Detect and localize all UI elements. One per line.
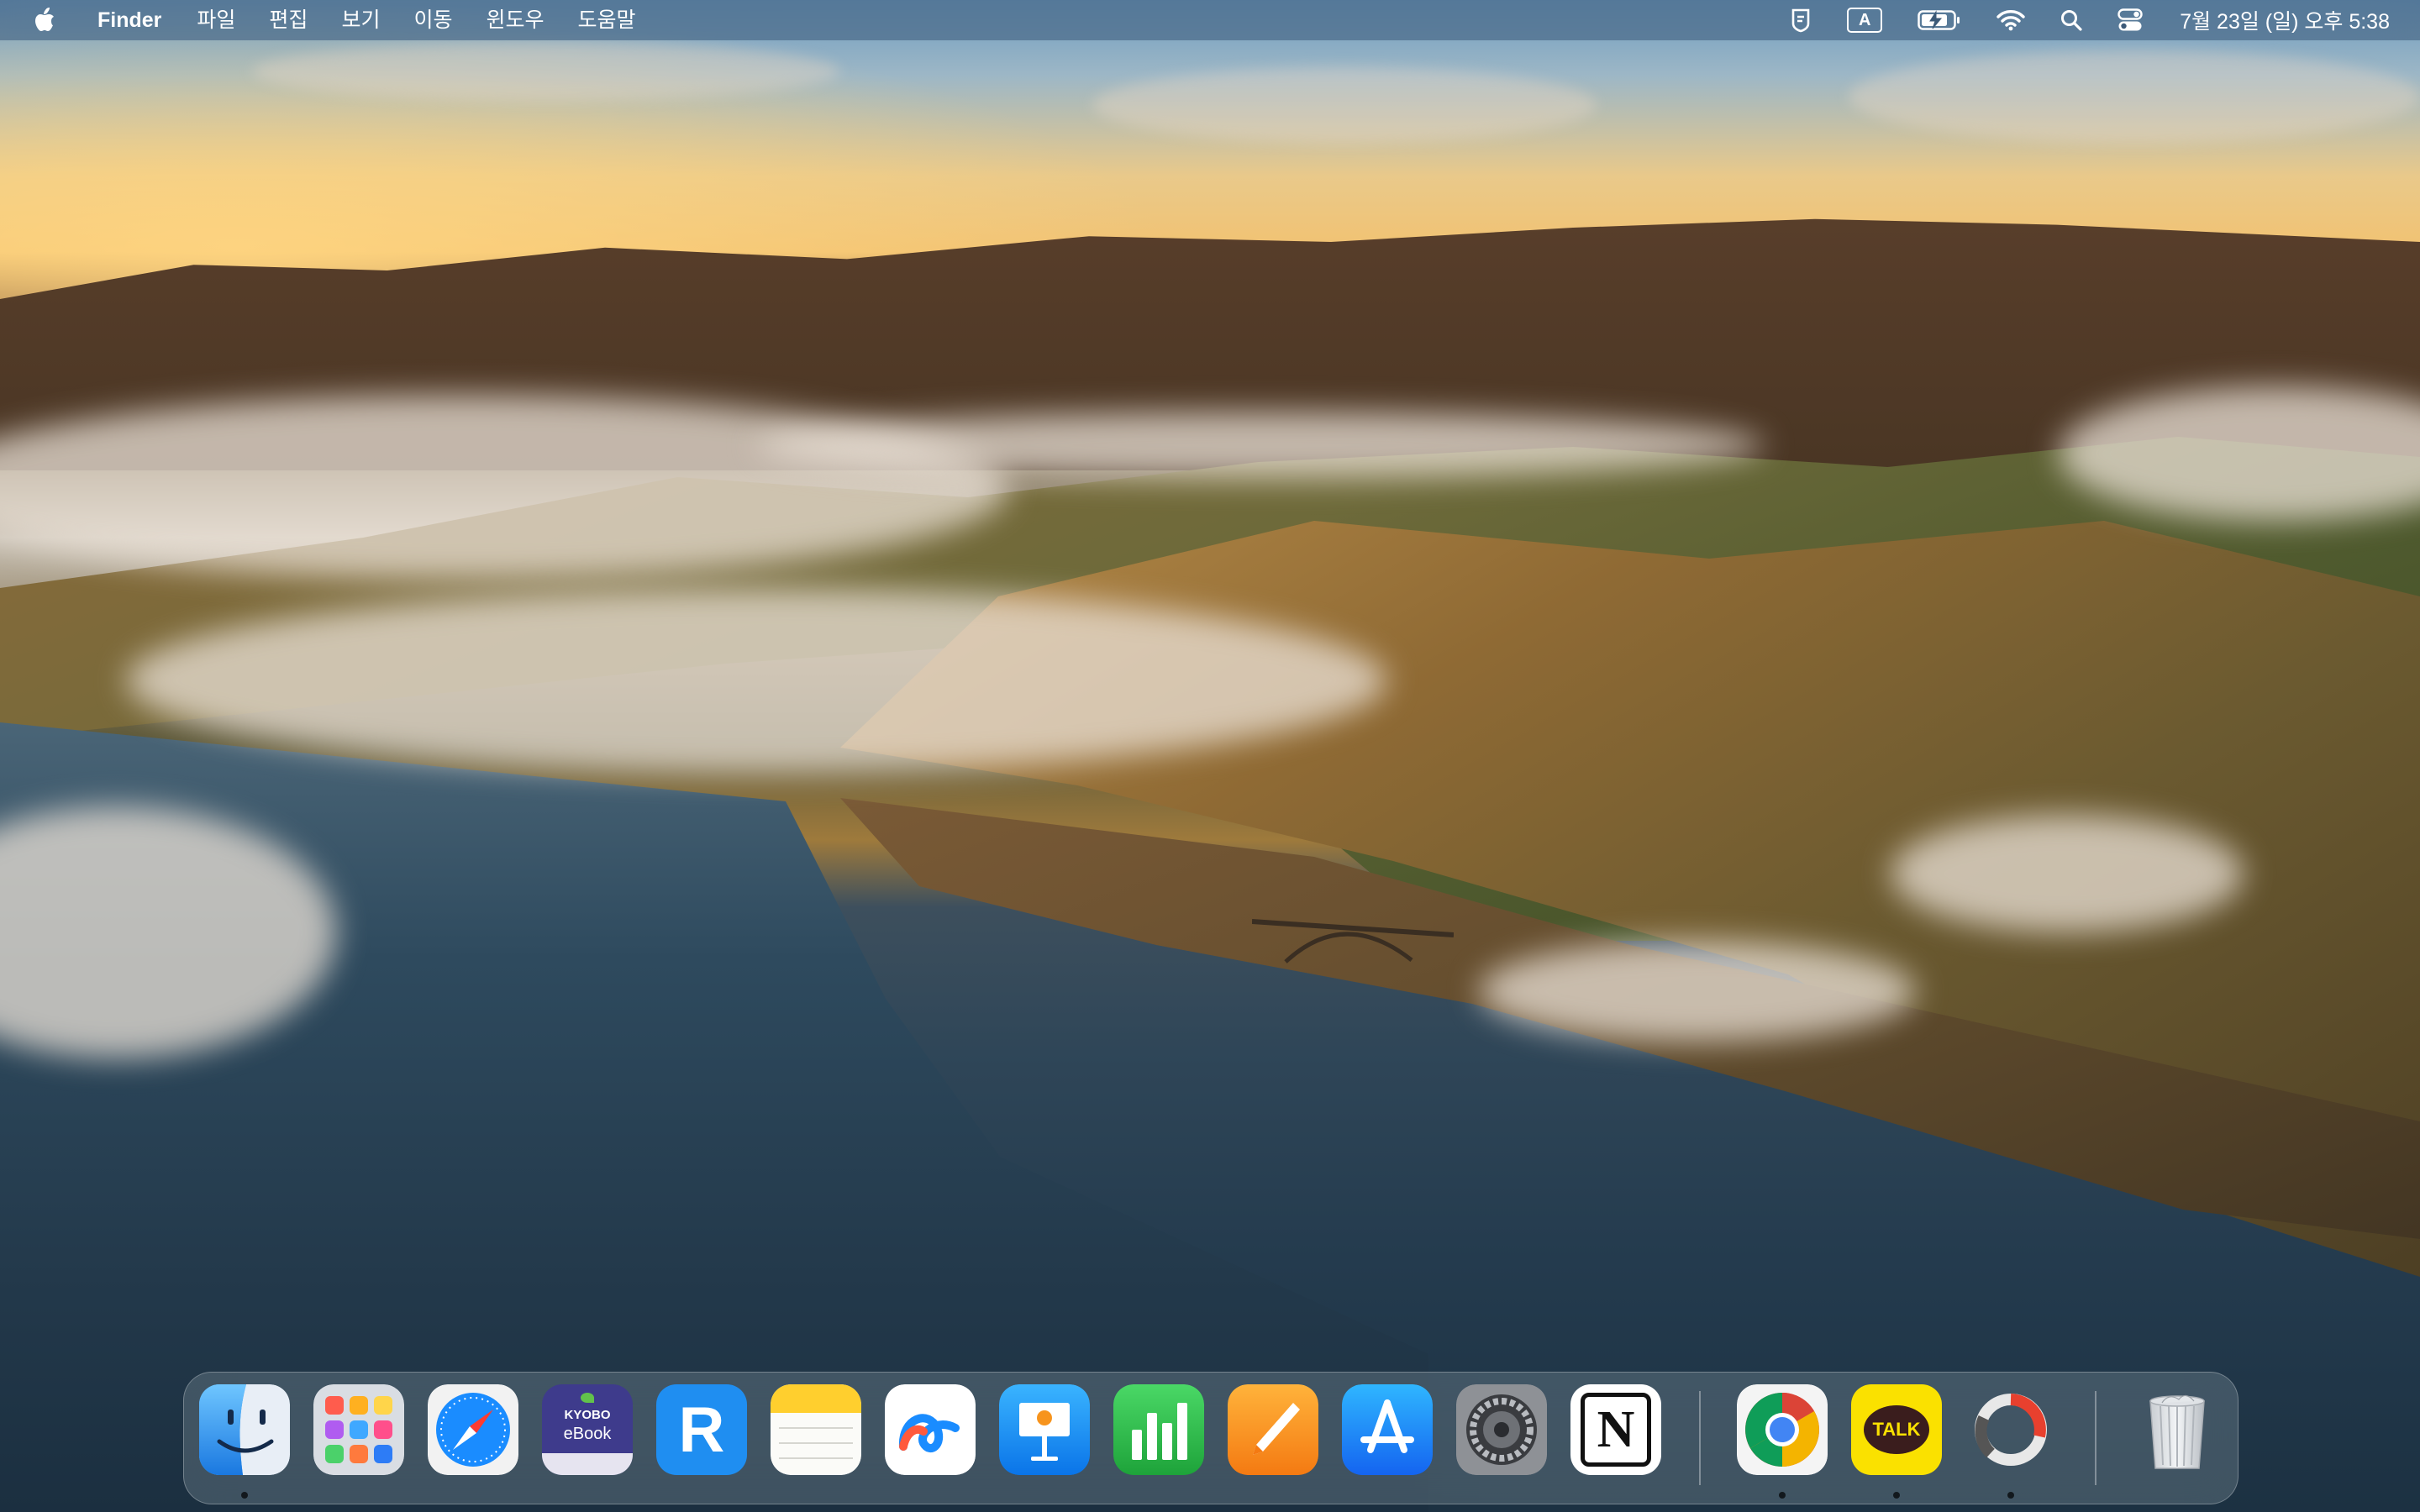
keynote-icon — [999, 1384, 1090, 1475]
kyobo-label-bottom: eBook — [563, 1425, 612, 1443]
system-settings-icon — [1456, 1384, 1547, 1475]
dock-app-launchpad[interactable] — [313, 1384, 404, 1475]
sky-cloud — [1092, 67, 1597, 143]
spotlight-search-icon[interactable] — [2060, 0, 2082, 40]
fog-bank — [126, 588, 1386, 773]
menu-view[interactable]: 보기 — [341, 0, 380, 40]
notion-letter: N — [1581, 1393, 1651, 1467]
pages-icon — [1228, 1384, 1318, 1475]
dock-trash[interactable] — [2132, 1384, 2223, 1475]
desktop[interactable]: Finder 파일 편집 보기 이동 윈도우 도움말 A 7월 23일 (일) … — [0, 0, 2420, 1512]
kakaotalk-label: TALK — [1864, 1405, 1929, 1454]
kakaotalk-icon: TALK — [1851, 1384, 1942, 1475]
bridge — [1252, 919, 1454, 963]
fog-bank — [1891, 815, 2244, 932]
dock-app-keynote[interactable] — [999, 1384, 1090, 1475]
dock-app-freeform[interactable] — [885, 1384, 976, 1475]
menu-app-name[interactable]: Finder — [97, 0, 161, 40]
dock-app-notes[interactable] — [771, 1384, 861, 1475]
wallpaper — [0, 0, 2420, 1512]
dock-app-kakaotalk[interactable]: TALK — [1851, 1384, 1942, 1475]
running-indicator — [1893, 1492, 1900, 1499]
kyobo-ebook-icon: KYOBO eBook — [542, 1384, 633, 1475]
dock-app-notion[interactable]: N — [1570, 1384, 1661, 1475]
menu-clock[interactable]: 7월 23일 (일) 오후 5:38 — [2180, 5, 2390, 35]
shield-clipboard-icon[interactable] — [1790, 0, 1812, 40]
dock-app-system-settings[interactable] — [1456, 1384, 1547, 1475]
finder-icon — [199, 1384, 290, 1475]
menu-go[interactable]: 이동 — [413, 0, 452, 40]
control-center-icon[interactable] — [2118, 0, 2143, 40]
fog-bank — [756, 412, 1765, 479]
notion-icon: N — [1570, 1384, 1661, 1475]
dock-separator — [1699, 1391, 1701, 1485]
numbers-icon — [1113, 1384, 1204, 1475]
dock-app-safari[interactable] — [428, 1384, 518, 1475]
dock-app-activity[interactable] — [1965, 1384, 2056, 1475]
menu-help[interactable]: 도움말 — [577, 0, 635, 40]
running-indicator — [1779, 1492, 1786, 1499]
safari-icon — [428, 1384, 518, 1475]
menu-edit[interactable]: 편집 — [269, 0, 308, 40]
dock-separator — [2095, 1391, 2096, 1485]
menu-window[interactable]: 윈도우 — [486, 0, 544, 40]
running-indicator — [241, 1492, 248, 1499]
activity-ring-icon — [1975, 1394, 2047, 1466]
fog-bank — [1479, 941, 1916, 1042]
running-indicator — [2007, 1492, 2014, 1499]
r-app-icon: R — [656, 1384, 747, 1475]
battery-charging-icon[interactable] — [1918, 0, 1961, 40]
sky-cloud — [1849, 50, 2420, 143]
dock-app-r[interactable]: R — [656, 1384, 747, 1475]
launchpad-icon — [313, 1384, 404, 1475]
input-source-label: A — [1847, 8, 1883, 33]
trash-icon — [2149, 1394, 2205, 1469]
dock: KYOBO eBook R N TALK — [183, 1372, 2238, 1504]
apple-logo-icon[interactable] — [32, 7, 55, 34]
dock-app-app-store[interactable] — [1342, 1384, 1433, 1475]
app-store-icon — [1342, 1384, 1433, 1475]
dock-app-kyobo-ebook[interactable]: KYOBO eBook — [542, 1384, 633, 1475]
freeform-icon — [885, 1384, 976, 1475]
r-app-letter: R — [678, 1394, 725, 1466]
dock-app-finder[interactable] — [199, 1384, 290, 1475]
dock-app-chrome[interactable] — [1737, 1384, 1828, 1475]
menu-bar: Finder 파일 편집 보기 이동 윈도우 도움말 A 7월 23일 (일) … — [0, 0, 2420, 40]
dock-app-numbers[interactable] — [1113, 1384, 1204, 1475]
wifi-icon[interactable] — [1996, 0, 2025, 40]
notes-icon — [771, 1384, 861, 1475]
kyobo-label-top: KYOBO — [564, 1408, 611, 1422]
sky-cloud — [252, 42, 840, 101]
input-source-icon[interactable]: A — [1847, 0, 1883, 40]
menu-file[interactable]: 파일 — [197, 0, 235, 40]
dock-app-pages[interactable] — [1228, 1384, 1318, 1475]
chrome-icon — [1737, 1384, 1828, 1475]
